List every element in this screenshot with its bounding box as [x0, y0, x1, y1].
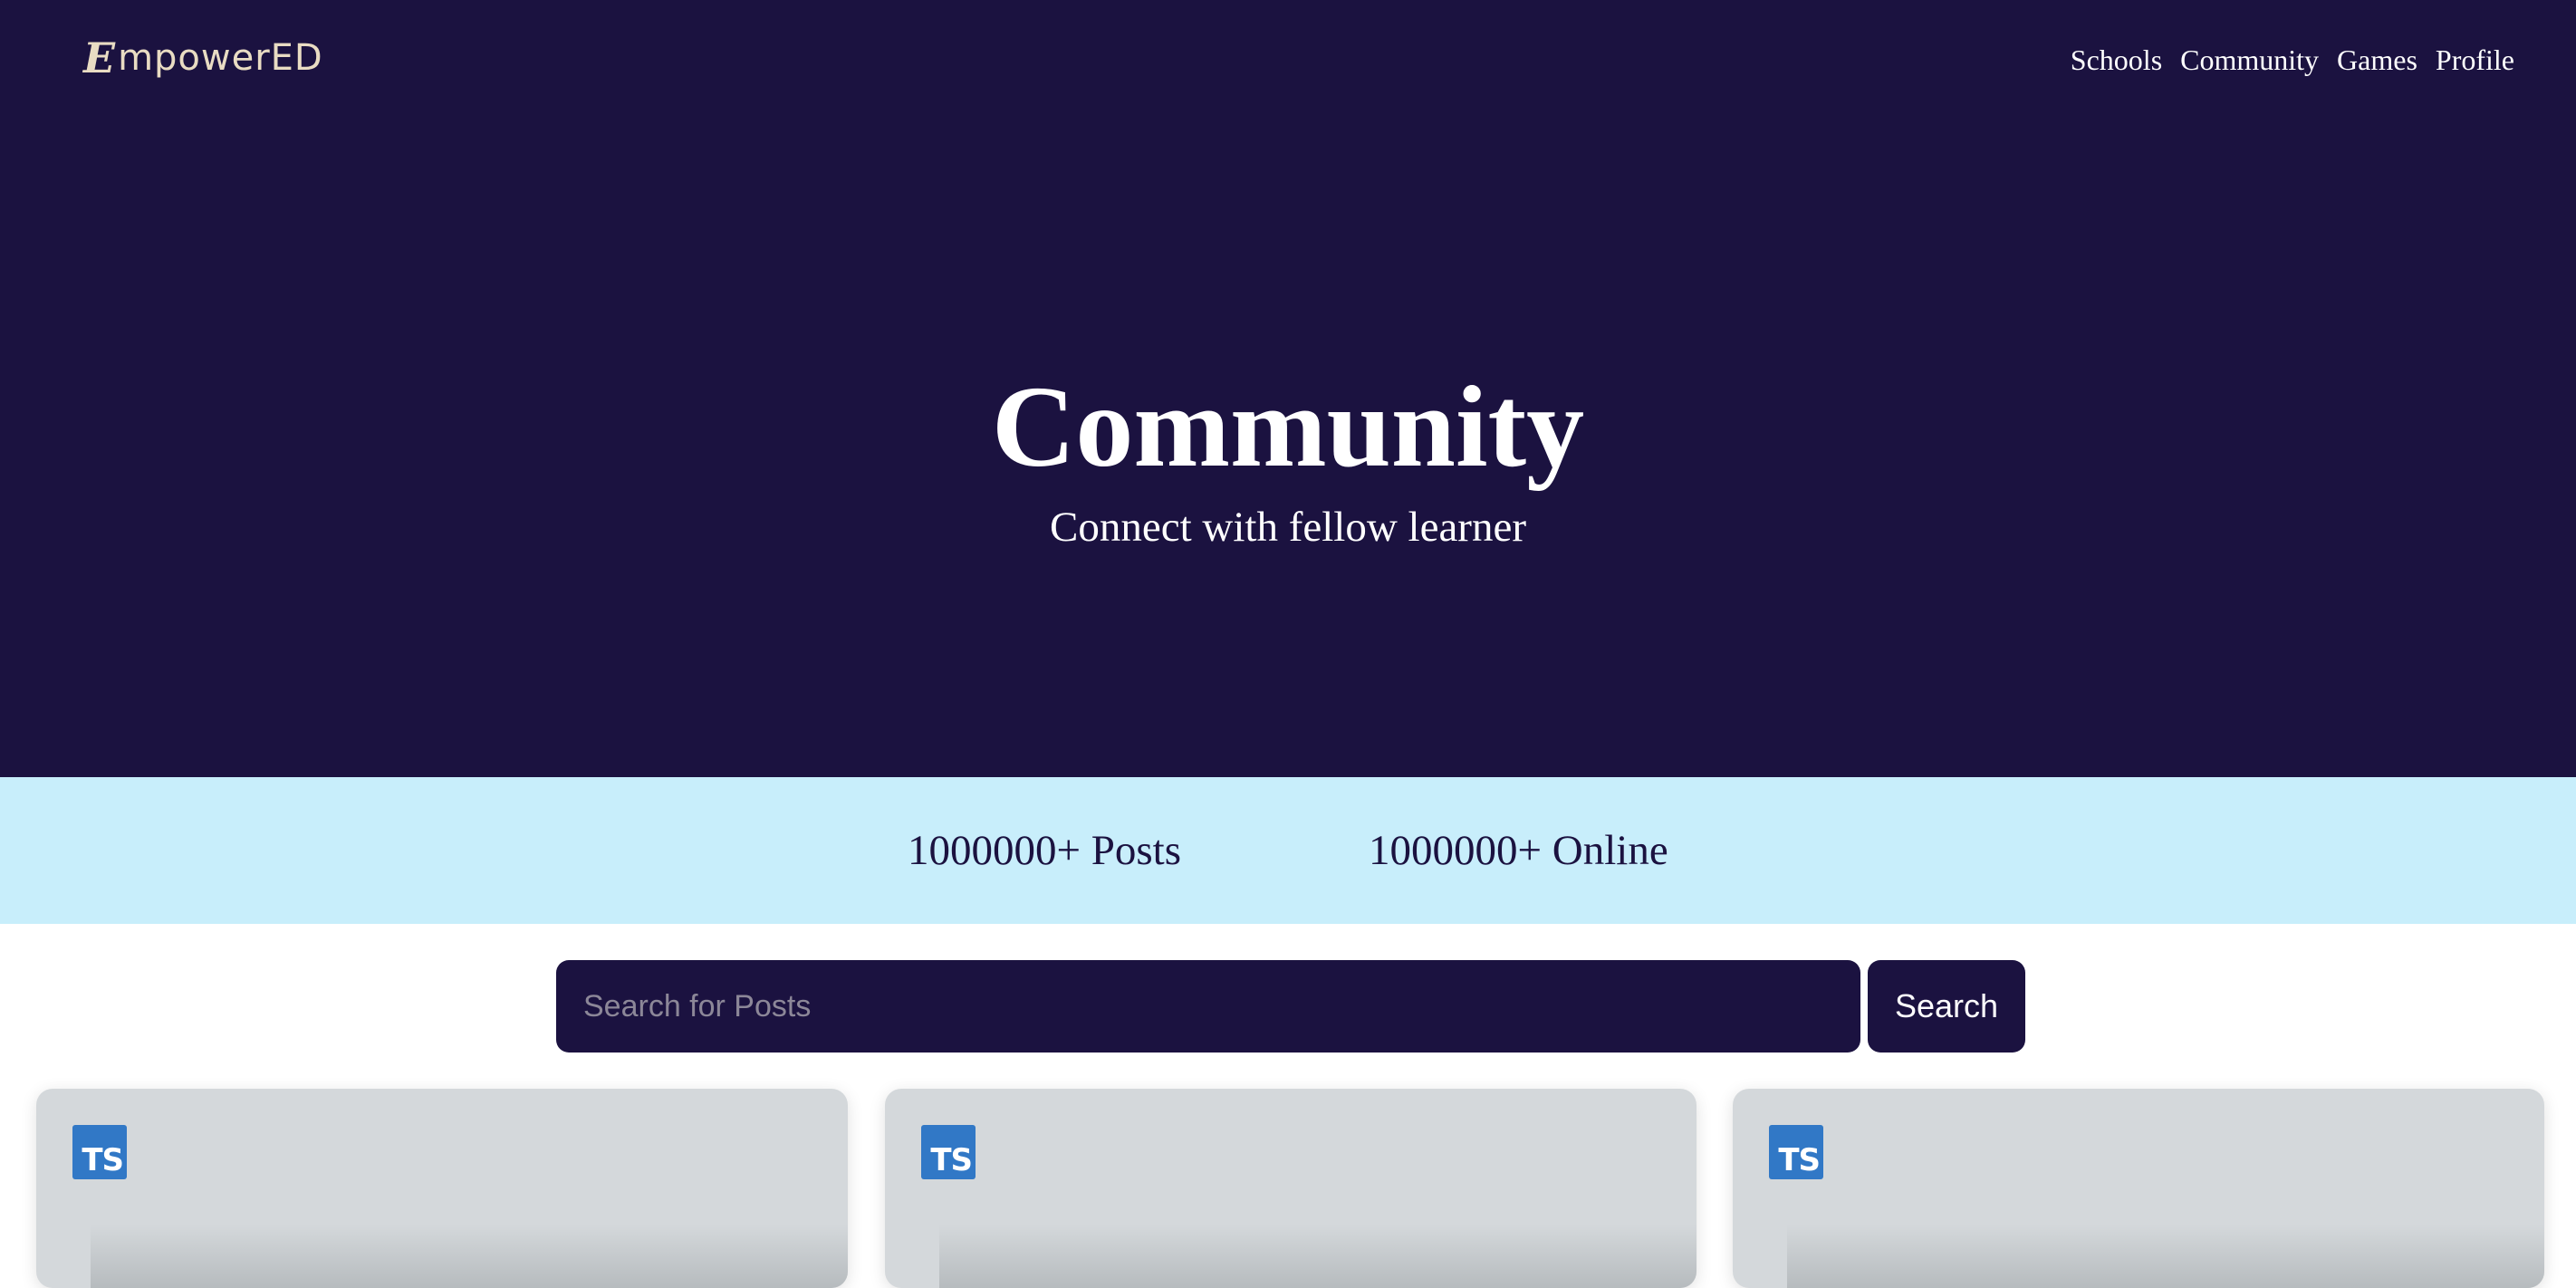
nav-link-schools[interactable]: Schools — [2071, 43, 2162, 77]
logo-mark: E — [83, 34, 117, 82]
online-count: 1000000+ Online — [1369, 827, 1668, 874]
nav-link-games[interactable]: Games — [2337, 43, 2417, 77]
top-navigation: Schools Community Games Profile — [2071, 43, 2514, 77]
post-card[interactable]: TS — [1733, 1089, 2544, 1288]
search-input[interactable] — [556, 960, 1860, 1053]
logo-text: mpowerED — [118, 37, 323, 79]
typescript-icon-label: TS — [930, 1142, 973, 1178]
page-title: Community — [991, 362, 1585, 491]
post-card[interactable]: TS — [885, 1089, 1697, 1288]
typescript-icon: TS — [1769, 1125, 1823, 1179]
stats-bar: 1000000+ Posts 1000000+ Online — [0, 777, 2576, 924]
typescript-icon-label: TS — [82, 1142, 124, 1178]
posts-count: 1000000+ Posts — [908, 827, 1182, 874]
typescript-icon-label: TS — [1778, 1142, 1821, 1178]
post-card[interactable]: TS — [36, 1089, 848, 1288]
empowered-logo[interactable]: E mpowerED — [83, 31, 323, 85]
nav-link-profile[interactable]: Profile — [2436, 43, 2514, 77]
hero-banner: E mpowerED Schools Community Games Profi… — [0, 0, 2576, 777]
nav-link-community[interactable]: Community — [2180, 43, 2319, 77]
typescript-icon: TS — [921, 1125, 976, 1179]
search-button[interactable]: Search — [1868, 960, 2025, 1053]
typescript-icon: TS — [72, 1125, 127, 1179]
page-subtitle: Connect with fellow learner — [1050, 504, 1526, 551]
